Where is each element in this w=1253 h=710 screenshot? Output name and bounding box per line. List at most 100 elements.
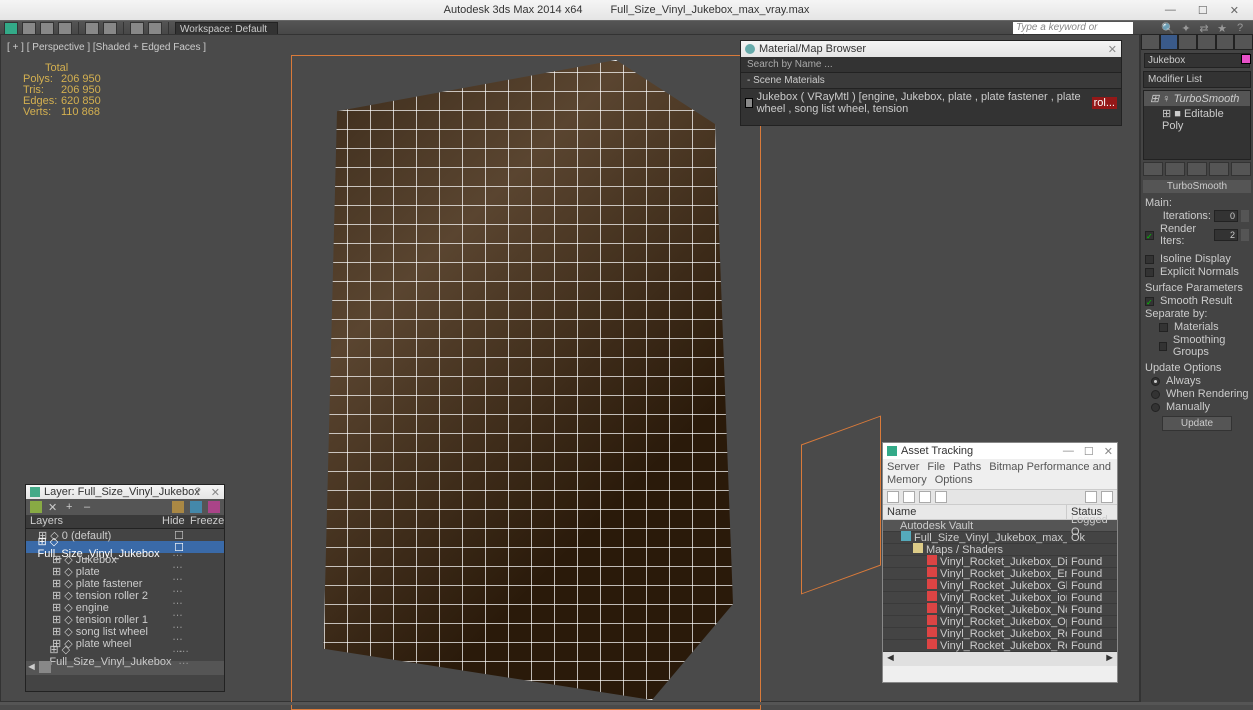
explicit-normals-label: Explicit Normals: [1160, 266, 1239, 278]
remove-modifier-icon[interactable]: [1209, 162, 1229, 176]
close-button[interactable]: ✕: [1230, 4, 1239, 17]
command-panel: Jukebox Modifier List ⊞ ♀ TurboSmooth⊞ ■…: [1140, 34, 1253, 702]
object-color-swatch[interactable]: [1241, 54, 1251, 64]
title-bar: Autodesk 3ds Max 2014 x64 Full_Size_Vinyl…: [0, 0, 1253, 20]
smooth-result-checkbox[interactable]: [1145, 297, 1154, 306]
render-iters-spinner[interactable]: 2: [1214, 229, 1238, 241]
explicit-normals-checkbox[interactable]: [1145, 268, 1154, 277]
main-group-label: Main:: [1145, 197, 1249, 209]
delete-layer-icon[interactable]: ✕: [48, 501, 60, 513]
close-icon[interactable]: ✕: [1104, 445, 1113, 458]
turbosmooth-rollout: Main: Iterations:0 Render Iters:2 Isolin…: [1141, 195, 1253, 436]
object-name-field[interactable]: Jukebox: [1144, 53, 1250, 68]
options-icon[interactable]: [1101, 491, 1113, 503]
asset-tree[interactable]: Autodesk VaultLogged OFull_Size_Vinyl_Ju…: [883, 520, 1117, 652]
material-browser-title: Material/Map Browser: [759, 43, 866, 55]
exclude-icon[interactable]: [1085, 491, 1097, 503]
modifier-list-label[interactable]: Modifier List: [1143, 71, 1251, 88]
refresh-icon[interactable]: [887, 491, 899, 503]
asset-menu-bitmap-performance-and-memory[interactable]: Bitmap Performance and Memory: [887, 461, 1111, 486]
select-layer-icon[interactable]: –: [84, 501, 96, 513]
create-tab[interactable]: [1141, 34, 1160, 50]
modify-tab[interactable]: [1160, 34, 1179, 50]
modifier-turbosmooth[interactable]: ⊞ ♀ TurboSmooth: [1144, 91, 1250, 106]
layers-tree[interactable]: ⊞ ◇ 0 (default)☐⊞ ◇ Full_Size_Vinyl_Juke…: [26, 529, 224, 675]
layers-dialog-title: Layer: Full_Size_Vinyl_Jukebox: [44, 486, 200, 498]
material-swatch-icon: [745, 98, 753, 108]
add-to-layer-icon[interactable]: +: [66, 501, 78, 513]
asset-menu-file[interactable]: File: [927, 461, 945, 473]
asset-tracking-dialog: Asset Tracking — ☐ ✕ Server File PathsBitmap …: [882, 442, 1118, 683]
asset-row[interactable]: Vinyl_Rocket_Jukebox_Refraction.pngFound: [883, 640, 1117, 652]
layer-row[interactable]: ⊞ ◇ Full_Size_Vinyl_Jukebox… …: [26, 649, 224, 661]
highlight-icon[interactable]: [172, 501, 184, 513]
material-badge: rol...: [1092, 97, 1117, 109]
spinner-arrows[interactable]: [1241, 229, 1249, 241]
material-map-browser: Material/Map Browser ✕ Search by Name ...…: [740, 40, 1122, 126]
status-icon[interactable]: [935, 491, 947, 503]
jukebox-mesh[interactable]: [301, 60, 751, 700]
modifier-stack[interactable]: ⊞ ♀ TurboSmooth⊞ ■ Editable Poly: [1143, 90, 1251, 160]
update-rendering-radio[interactable]: [1151, 390, 1160, 399]
asset-scrollbar[interactable]: ◄►: [883, 652, 1117, 666]
pin-stack-icon[interactable]: [1143, 162, 1163, 176]
motion-tab[interactable]: [1197, 34, 1216, 50]
update-button[interactable]: Update: [1162, 416, 1232, 431]
configure-sets-icon[interactable]: [1231, 162, 1251, 176]
utilities-tab[interactable]: [1234, 34, 1253, 50]
layers-toolbar: ✕ + –: [26, 499, 224, 515]
turbosmooth-rollout-header[interactable]: TurboSmooth: [1143, 180, 1251, 193]
app-name: Autodesk 3ds Max 2014 x64: [444, 4, 583, 16]
new-layer-icon[interactable]: [30, 501, 42, 513]
update-manually-radio[interactable]: [1151, 403, 1160, 412]
material-row[interactable]: Jukebox ( VRayMtl ) [engine, Jukebox, pl…: [741, 89, 1121, 117]
update-manually-label: Manually: [1166, 401, 1210, 413]
render-iters-label: Render Iters:: [1160, 223, 1211, 247]
maximize-icon[interactable]: ☐: [1084, 445, 1094, 458]
update-options-label: Update Options: [1145, 362, 1249, 374]
layers-col-name[interactable]: Layers: [26, 515, 162, 528]
close-icon[interactable]: ✕: [1108, 43, 1117, 56]
isoline-label: Isoline Display: [1160, 253, 1231, 265]
show-end-result-icon[interactable]: [1165, 162, 1185, 176]
modifier-stack-buttons: [1143, 162, 1251, 176]
layers-col-freeze[interactable]: Freeze: [190, 515, 224, 528]
spinner-arrows[interactable]: [1241, 210, 1249, 222]
sep-materials-checkbox[interactable]: [1159, 323, 1168, 332]
file-name: Full_Size_Vinyl_Jukebox_max_vray.max: [610, 4, 809, 16]
asset-toolbar: [883, 489, 1117, 505]
render-iters-checkbox[interactable]: [1145, 231, 1154, 240]
iterations-spinner[interactable]: 0: [1214, 210, 1238, 222]
sep-smoothing-checkbox[interactable]: [1159, 342, 1167, 351]
close-icon[interactable]: ✕: [211, 486, 220, 499]
asset-menubar: Server File PathsBitmap Performance and Me…: [883, 459, 1117, 489]
update-always-radio[interactable]: [1151, 377, 1160, 386]
isoline-checkbox[interactable]: [1145, 255, 1154, 264]
modifier-editable-poly[interactable]: ⊞ ■ Editable Poly: [1144, 106, 1250, 133]
minimize-icon[interactable]: —: [1063, 445, 1074, 458]
asset-tracking-title: Asset Tracking: [901, 445, 973, 457]
material-search-input[interactable]: Search by Name ...: [741, 57, 1121, 73]
material-name: Jukebox ( VRayMtl ) [engine, Jukebox, pl…: [757, 91, 1092, 115]
freeze-icon[interactable]: [208, 501, 220, 513]
asset-menu-options[interactable]: Options: [935, 474, 973, 486]
make-unique-icon[interactable]: [1187, 162, 1207, 176]
sep-materials-label: Materials: [1174, 321, 1219, 333]
help-icon[interactable]: ?: [195, 486, 201, 499]
maximize-button[interactable]: ☐: [1198, 4, 1208, 17]
asset-col-name[interactable]: Name: [883, 505, 1067, 519]
separate-by-label: Separate by:: [1145, 308, 1249, 320]
display-tab[interactable]: [1216, 34, 1235, 50]
viewport-label[interactable]: [ + ] [ Perspective ] [Shaded + Edged Fa…: [7, 42, 206, 53]
list-icon[interactable]: [919, 491, 931, 503]
hide-icon[interactable]: [190, 501, 202, 513]
smooth-result-label: Smooth Result: [1160, 295, 1232, 307]
asset-menu-server[interactable]: Server: [887, 461, 919, 473]
scene-stats: Total Polys:206 950Tris:206 950Edges:620…: [23, 63, 101, 118]
hierarchy-tab[interactable]: [1178, 34, 1197, 50]
asset-menu-paths[interactable]: Paths: [953, 461, 981, 473]
tree-icon[interactable]: [903, 491, 915, 503]
layers-col-hide[interactable]: Hide: [162, 515, 190, 528]
scene-materials-section[interactable]: - Scene Materials: [741, 73, 1121, 89]
minimize-button[interactable]: —: [1165, 4, 1176, 17]
